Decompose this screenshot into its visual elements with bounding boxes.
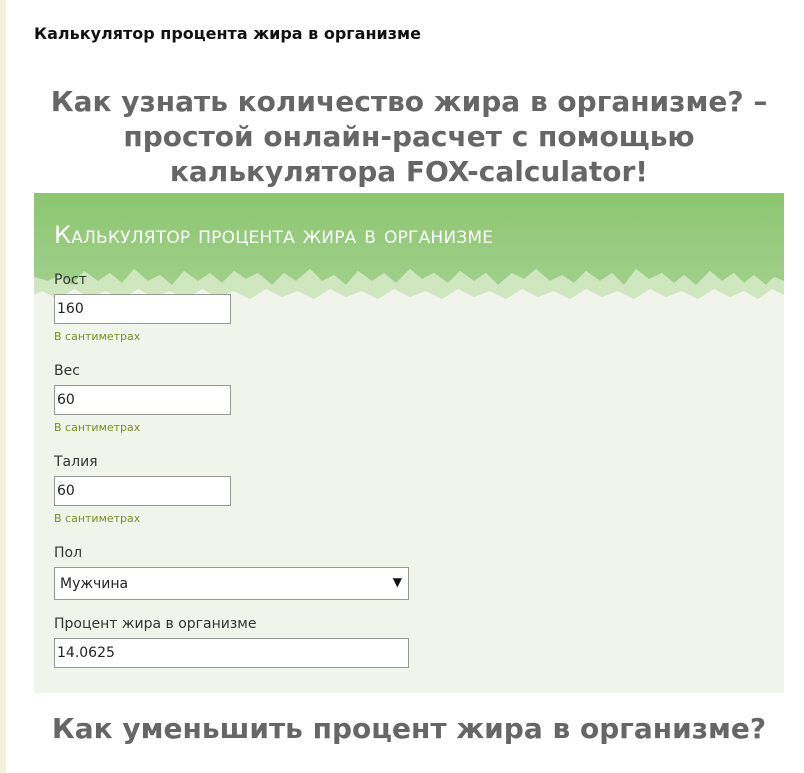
main-heading: Как узнать количество жира в организме? … [50,85,768,188]
section-heading: Как уменьшить процент жира в организме? [51,712,767,745]
gender-select[interactable]: Мужчина ▼ [54,567,409,600]
result-label: Процент жира в организме [54,616,257,632]
dropdown-arrow-icon: ▼ [392,575,402,589]
weight-label: Вес [54,363,80,379]
waist-input[interactable]: 60 [54,476,231,506]
calculator-panel: Калькулятор процента жира в организме Ро… [34,193,784,693]
weight-hint: В сантиметрах [54,421,141,434]
calculator-title: Калькулятор процента жира в организме [54,221,494,249]
waist-hint: В сантиметрах [54,512,141,525]
page-left-border [0,0,6,773]
result-output[interactable]: 14.0625 [54,638,409,668]
gender-label: Пол [54,545,83,561]
height-label: Рост [54,272,87,288]
weight-input[interactable]: 60 [54,385,231,415]
waist-label: Талия [54,454,98,470]
page-title: Калькулятор процента жира в организме [34,24,421,43]
height-input[interactable]: 160 [54,294,231,324]
gender-selected-value: Мужчина [60,576,129,592]
height-hint: В сантиметрах [54,330,141,343]
